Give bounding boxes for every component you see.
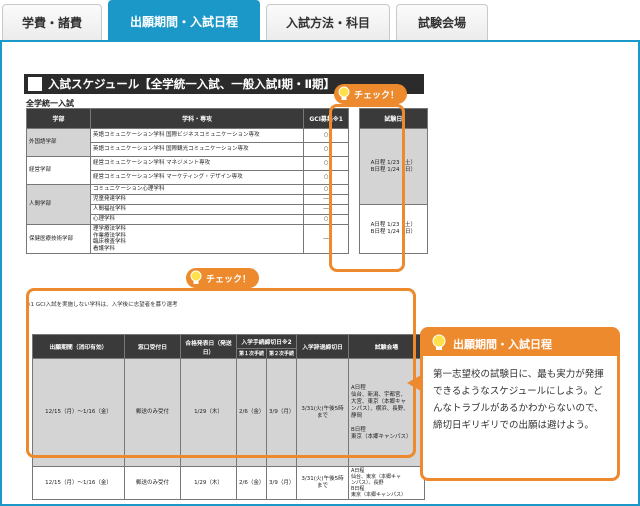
period-cell: 12/15（月）～1/16（金） bbox=[32, 466, 125, 500]
faculty-cell: 外国語学部 bbox=[26, 128, 91, 157]
department-cell: 心理学科 bbox=[89, 214, 305, 225]
check-bubble-top: チェック！ bbox=[334, 84, 408, 104]
lightbulb-icon bbox=[338, 86, 350, 100]
window-cell: 郵送のみ受付 bbox=[124, 466, 181, 500]
page-root: 学費・諸費 出願期間・入試日程 入試方法・科目 試験会場 入試スケジュール【全学… bbox=[0, 0, 640, 506]
tab-exam-method[interactable]: 入試方法・科目 bbox=[266, 4, 390, 40]
lightbulb-icon bbox=[432, 334, 446, 350]
department-cell: 理学療法学科 作業療法学科 臨床検査学科 看護学科 bbox=[89, 224, 305, 254]
faculty-cell: 保健医療技術学部 bbox=[26, 224, 91, 254]
callout-body: 第一志望校の試験日に、最も実力が発揮できるようなスケジュールにしよう。どんなトラ… bbox=[433, 369, 604, 431]
withdraw-cell: 3/31(火)午後5時まで bbox=[296, 466, 349, 500]
tab-tuition[interactable]: 学費・諸費 bbox=[2, 4, 102, 40]
venue-cell: A日程 仙台、東京（本郷キャ ンパス）、長野 B日程 東京（本郷キャンパス） bbox=[348, 466, 425, 500]
department-cell: 英語コミュニケーション学科 国際ビジネスコミュニケーション専攻 bbox=[89, 128, 305, 143]
advice-callout: 出願期間・入試日程 第一志望校の試験日に、最も実力が発揮できるようなスケジュール… bbox=[420, 327, 620, 481]
department-cell: 人間福祉学科 bbox=[89, 204, 305, 215]
lightbulb-icon bbox=[190, 270, 202, 284]
tab-exam-venue[interactable]: 試験会場 bbox=[396, 4, 488, 40]
content-panel: 入試スケジュール【全学統一入試、一般入試Ⅰ期・Ⅱ期】 全学統一入試 学部 学科・… bbox=[0, 40, 640, 506]
department-cell: 経営コミュニケーション学科 マーケティング・デザイン専攻 bbox=[89, 170, 305, 185]
department-cell: 児童発達学科 bbox=[89, 194, 305, 205]
col-faculty: 学部 bbox=[26, 108, 91, 129]
department-cell: 経営コミュニケーション学科 マネジメント専攻 bbox=[89, 156, 305, 171]
check-label: チェック！ bbox=[206, 274, 252, 285]
faculty-cell: 経営学部 bbox=[26, 156, 91, 185]
document-title: 入試スケジュール【全学統一入試、一般入試Ⅰ期・Ⅱ期】 bbox=[48, 77, 336, 91]
tab-schedule[interactable]: 出願期間・入試日程 bbox=[108, 0, 260, 42]
second-step-cell: 3/9（月） bbox=[266, 466, 297, 500]
header-square-icon bbox=[28, 77, 42, 91]
col-department: 学科・専攻 bbox=[89, 108, 305, 129]
first-step-cell: 2/6（金） bbox=[236, 466, 267, 500]
check-label: チェック！ bbox=[354, 90, 400, 101]
callout-title: 出願期間・入試日程 bbox=[453, 338, 552, 351]
department-cell: コミュニケーション心理学科 bbox=[89, 184, 305, 195]
department-cell: 英語コミュニケーション学科 国際観光コミュニケーション専攻 bbox=[89, 142, 305, 157]
announce-cell: 1/29（木） bbox=[180, 466, 237, 500]
callout-header: 出願期間・入試日程 bbox=[423, 330, 617, 356]
check-bubble-bottom: チェック！ bbox=[186, 268, 260, 288]
tab-bar: 学費・諸費 出願期間・入試日程 入試方法・科目 試験会場 bbox=[0, 0, 640, 42]
faculty-cell: 人間学部 bbox=[26, 184, 91, 225]
callout-arrow bbox=[407, 375, 421, 391]
exam-date-highlight bbox=[329, 104, 405, 272]
application-period-highlight bbox=[26, 288, 416, 458]
